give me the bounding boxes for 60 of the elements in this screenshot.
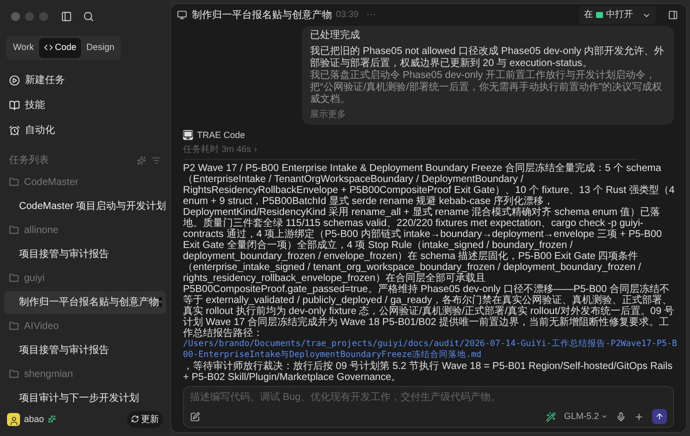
task-title: 项目审计与下一步开发计划 — [19, 392, 140, 406]
user-avatar[interactable] — [7, 412, 20, 426]
task-item[interactable]: 项目接管与审计报告 — [4, 242, 166, 266]
plus-icon[interactable] — [634, 412, 644, 422]
reply-text: ，等待审计师放行裁决：放行后按 09 号计划第 5.2 节执行 Wave 18 = P5-B01 Region/Self-hosted/GitOps Rails + P5-B02 Skill/Plugin/Marketplace Governance。 — [183, 360, 674, 382]
nav-item[interactable]: 新建任务 — [0, 68, 170, 92]
task-title: 项目接管与审计报告 — [19, 248, 110, 262]
sparkle-icon — [48, 415, 56, 424]
model-select[interactable]: GLM-5.2 — [564, 410, 608, 424]
assistant-icon — [183, 130, 193, 140]
app-icon — [596, 12, 603, 18]
user-name: abao — [24, 412, 44, 426]
send-button[interactable] — [652, 409, 667, 424]
task-title: CodeMaster 项目启动与开发计划 — [19, 200, 166, 214]
task-item[interactable]: CodeMaster 项目启动与开发计划 — [4, 194, 166, 218]
filter-icon[interactable] — [152, 156, 161, 164]
code-icon — [44, 43, 53, 52]
folder-icon — [9, 177, 19, 187]
file-path-link[interactable]: /Users/brando/Documents/trae_projects/guiyi/docs/audit/2026-07-14-GuiYi-工作总结报告-P2Wave17-P5-B00-EnterpriseIntake与DeploymentBoundaryFreeze冻结合同落地.md — [183, 338, 678, 360]
monitor-icon — [177, 10, 187, 20]
mode-tab[interactable]: Code — [38, 38, 82, 58]
play-circle-icon — [9, 74, 20, 86]
open-in-button[interactable]: 在 中打开 — [579, 6, 656, 24]
message-text: 我已落盘正式启动令 Phase05 dev-only 开工前置工作放行与开发计划启动令，把“公网验证/真机测验/部署统一后置，你无需再手动执行前置动作”的决议写成权威文档。 — [310, 70, 664, 106]
sparkle-icon[interactable] — [137, 156, 146, 164]
nav-item[interactable]: 技能 — [0, 92, 170, 118]
task-title: 制作归一平台报名贴与创意产物 — [19, 296, 159, 310]
refresh-icon — [131, 415, 139, 424]
folder-icon — [9, 369, 19, 379]
message-text: 已处理完成 — [310, 30, 361, 42]
reply-text: P2 Wave 17 / P5-B00 Enterprise Intake & Deployment Boundary Freeze 合同层冻结全量完成：5 个 schema（EnterpriseIntake / TenantOrgWorkspaceBoundary / DeploymentBoundary / RightsResidencyRollbackEnvelope + P5B00CompositeProof Exit Gate）、10 个 fixture、13 个 Rust 强类型（4 enum + 9 struct，P5B00BatchId 显式 serde rename 规避 kebab-case 序列化漂移，DeploymentKind/ResidencyKind 采用 rename_all + 显式 rename 混合模式精确对齐 schema enum 值）已落地。质量门三件套全绿 115/115 schemas valid、220/220 fixtures met expectation、cargo check -p guiyi-contracts 通过，4 项上游绑定（P5-B00 内部链式 intake→boundary→deployment→envelope 三项 + P5-B00 Exit Gate 全量闭合一项）全部成立，4 项 Stop Rule（intake_signed / boundary_frozen / deployment_boundary_frozen / envelope_frozen）在 schema 描述层固化，P5-B00 Exit Gate 四项条件（enterprise_intake_signed / tenant_org_workspace_boundary_frozen / deployment_boundary_frozen / rights_residency_rollback_envelope_frozen）在合同层全部可承载且 P5B00CompositeProof.gate_passed=true。严格维持 Phase05 dev-only 口径不漂移——P5-B00 合同层冻结不等于 externally_validated / publicly_deployed / ga_ready，各布尔门禁在真实公网验证、真机测验、正式部署、真实 rollout 执行前均为 dev-only fixture 态，公网验证/真机测验/正式部署/真实 rollout/对外发布统一后置。09 号计划 Wave 17 合同层冻结完成并为 Wave 18 P5-B01/B02 提供唯一前置边界，当前无新增阻断性修复要求。工作总结报告路径： — [183, 162, 675, 338]
nav-item[interactable]: 自动化 — [0, 118, 170, 142]
attachment-icon[interactable] — [190, 412, 200, 422]
task-title: 项目接管与审计报告 — [19, 344, 110, 358]
folder-icon — [9, 273, 19, 283]
microphone-icon[interactable] — [616, 412, 626, 422]
task-list-heading: 任务列表 — [9, 154, 50, 168]
more-button[interactable]: ··· — [366, 8, 376, 22]
wand-icon[interactable] — [546, 412, 556, 422]
message-composer[interactable]: 描述编写代码、调试 Bug、优化现有开发工作，交付生产级代码产物。 GLM-5.2 — [183, 386, 674, 428]
book-icon — [9, 100, 20, 110]
update-button[interactable]: 更新 — [127, 410, 163, 428]
conversation-title: 制作归一平台报名贴与创意产物 — [192, 8, 332, 22]
search-icon[interactable] — [83, 11, 94, 22]
panel-toggle-icon[interactable] — [668, 10, 678, 20]
task-duration: 任务耗时 3m 46s — [183, 143, 252, 156]
sidebar-toggle-icon[interactable] — [61, 11, 72, 22]
folder-icon — [9, 321, 19, 331]
task-item[interactable]: 项目审计与下一步开发计划 — [4, 386, 166, 410]
chevron-down-icon — [601, 413, 608, 420]
mode-tab[interactable]: Design — [81, 38, 120, 58]
arrow-up-icon — [655, 412, 664, 421]
task-item[interactable]: 项目接管与审计报告 — [4, 338, 166, 362]
mode-tab[interactable]: Work — [8, 38, 39, 58]
assistant-name: TRAE Code — [197, 128, 246, 142]
task-item[interactable]: 制作归一平台报名贴与创意产物 — [4, 290, 166, 314]
conversation-time: 03:39 — [336, 8, 359, 22]
alarm-clock-icon — [9, 124, 20, 136]
folder-icon — [9, 225, 19, 235]
message-text: 我已把旧的 Phase05 not allowed 口径改成 Phase05 dev-only 内部开发允许、外部验证与部署后置，权威边界已更新到 20 与 execution-status。 — [310, 46, 666, 70]
